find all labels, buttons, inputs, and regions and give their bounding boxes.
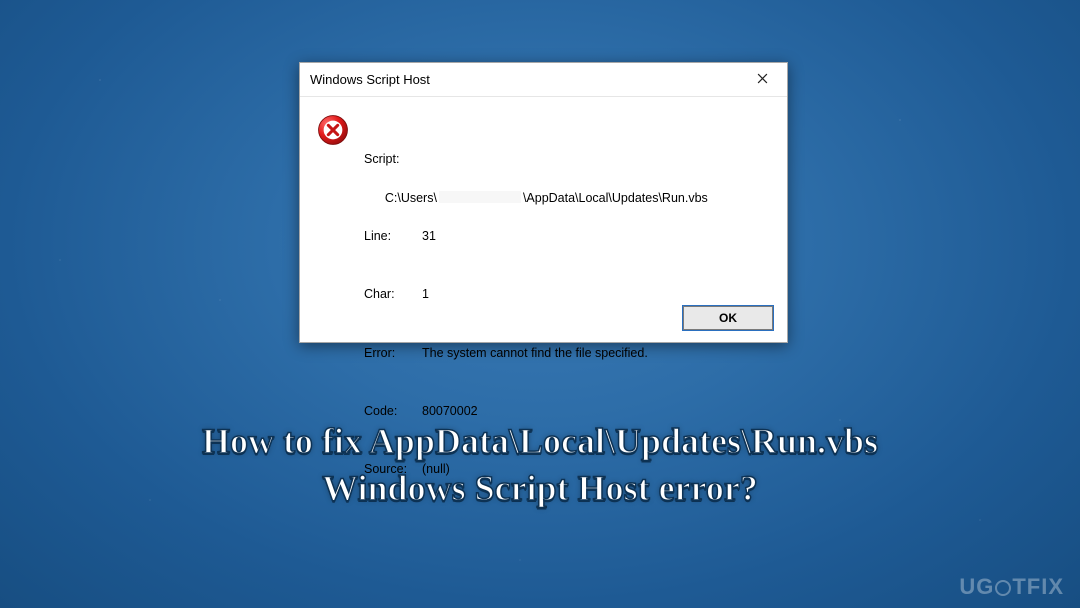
char-row: Char:1: [364, 285, 708, 304]
line-row: Line:31: [364, 227, 708, 246]
ugetfix-watermark: UG TFIX: [959, 574, 1064, 600]
row-label: Char:: [364, 285, 422, 304]
error-icon: [316, 113, 350, 147]
watermark-ring-icon: [995, 580, 1011, 596]
watermark-post: TFIX: [1012, 574, 1064, 600]
row-value: The system cannot find the file specifie…: [422, 344, 648, 363]
close-icon: [757, 72, 768, 87]
dialog-title: Windows Script Host: [310, 72, 430, 87]
row-label: Line:: [364, 227, 422, 246]
titlebar: Windows Script Host: [300, 63, 787, 97]
close-button[interactable]: [741, 66, 783, 94]
script-path-suffix: \AppData\Local\Updates\Run.vbs: [523, 189, 708, 208]
script-label-row: Script:: [364, 150, 708, 169]
script-path-row: C:\Users\ \AppData\Local\Updates\Run.vbs: [385, 189, 708, 208]
caption-line-1: How to fix AppData\Local\Updates\Run.vbs: [40, 418, 1040, 465]
wsh-error-dialog: Windows Script Host: [299, 62, 788, 343]
redacted-username: [439, 191, 521, 203]
script-label: Script:: [364, 150, 399, 169]
ok-button[interactable]: OK: [683, 306, 773, 330]
dialog-footer: OK: [683, 300, 773, 330]
article-caption: How to fix AppData\Local\Updates\Run.vbs…: [0, 418, 1080, 512]
error-row: Error:The system cannot find the file sp…: [364, 344, 708, 363]
row-label: Error:: [364, 344, 422, 363]
row-value: 31: [422, 227, 436, 246]
caption-line-2: Windows Script Host error?: [40, 465, 1040, 512]
watermark-pre: UG: [959, 574, 994, 600]
script-path-prefix: C:\Users\: [385, 189, 437, 208]
row-value: 1: [422, 285, 429, 304]
